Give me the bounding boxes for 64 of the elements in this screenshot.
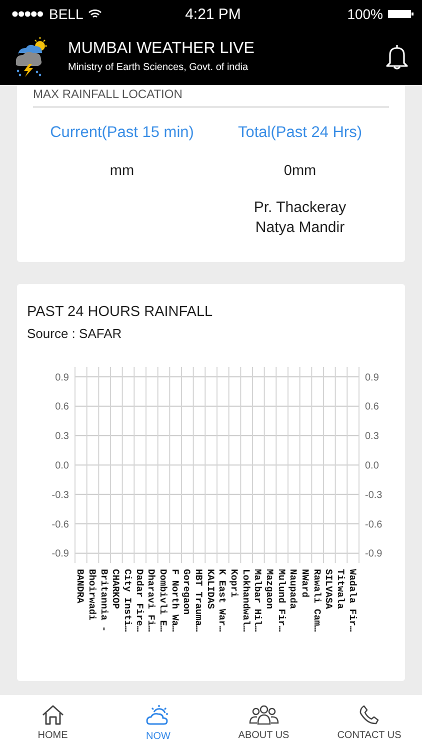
x-axis-label: Goregaon bbox=[181, 568, 192, 615]
y-axis-label: 0.3 bbox=[55, 431, 69, 442]
rainfall-period-label: Current(Past 15 min) bbox=[50, 124, 194, 142]
nav-tab[interactable]: ABOUT US bbox=[211, 695, 316, 750]
x-axis-label: Dharavi Fi… bbox=[146, 568, 157, 632]
section-heading: MAX RAINFALL LOCATION bbox=[33, 85, 389, 108]
x-axis-label: F North Wa… bbox=[169, 568, 180, 632]
y-axis-label: 0.6 bbox=[365, 402, 379, 413]
y-axis-label: 0.0 bbox=[55, 460, 69, 472]
nav-tab[interactable]: NOW bbox=[106, 695, 211, 750]
rainfall-period-label: Total(Past 24 Hrs) bbox=[238, 124, 362, 142]
y-axis-label: -0.6 bbox=[365, 519, 382, 530]
y-axis-label: -0.3 bbox=[365, 490, 382, 501]
x-axis-label: Wadala Fir… bbox=[346, 568, 358, 632]
nav-tab[interactable]: CONTACT US bbox=[316, 695, 422, 750]
y-axis-label: -0.9 bbox=[52, 548, 69, 560]
location-name: Pr. Thackeray Natya Mandir bbox=[252, 198, 348, 238]
x-axis-label: Lokhandwal… bbox=[240, 568, 252, 632]
x-axis-label: Mazgaon bbox=[264, 568, 276, 609]
y-axis-label: 0.9 bbox=[55, 372, 69, 384]
x-axis-label: SILVASA bbox=[323, 568, 334, 609]
x-axis-label: Dombivli E… bbox=[158, 568, 169, 632]
x-axis-label: Malbar Hil… bbox=[252, 568, 264, 632]
app-title: MUMBAI WEATHER LIVE bbox=[68, 40, 256, 58]
x-axis-label: Mulund Fir… bbox=[276, 568, 287, 632]
rainfall-amount: mm bbox=[110, 163, 134, 179]
y-axis-label: 0.0 bbox=[365, 460, 379, 472]
y-axis-label: -0.6 bbox=[52, 519, 69, 530]
y-axis-label: 0.3 bbox=[365, 431, 379, 442]
x-axis-label: NWard bbox=[300, 568, 311, 598]
y-axis-label: -0.3 bbox=[52, 490, 69, 501]
people-icon bbox=[248, 704, 279, 724]
chart-title: PAST 24 HOURS RAINFALL bbox=[27, 304, 214, 320]
x-axis-label: Naupada bbox=[288, 568, 299, 609]
x-axis-label: HBT Trauma… bbox=[193, 568, 204, 632]
x-axis-label: City Insti… bbox=[122, 568, 134, 632]
battery-icon bbox=[388, 9, 414, 19]
chart-source: Source : SAFAR bbox=[27, 326, 123, 341]
home-icon bbox=[42, 704, 64, 724]
storm-cloud-icon bbox=[14, 36, 48, 78]
x-axis-label: Britannia - bbox=[98, 568, 110, 632]
y-axis-label: 0.9 bbox=[365, 372, 379, 384]
x-axis-label: BANDRA bbox=[74, 568, 86, 604]
y-axis-label: 0.6 bbox=[55, 402, 69, 413]
x-axis-label: K East War… bbox=[216, 568, 228, 632]
carrier-name: BELL bbox=[49, 6, 84, 22]
clock-time: 4:21 PM bbox=[185, 6, 241, 22]
signal-icon bbox=[12, 11, 44, 17]
bell-icon[interactable] bbox=[386, 44, 408, 70]
x-axis-label: Dadar Fire… bbox=[134, 568, 145, 632]
x-axis-label: KALIDAS bbox=[204, 568, 216, 609]
nav-tab[interactable]: HOME bbox=[0, 695, 106, 750]
x-axis-label: Titwala bbox=[335, 568, 346, 609]
x-axis-label: Kopri bbox=[228, 568, 240, 598]
wifi-icon bbox=[88, 9, 102, 19]
battery-percent: 100% bbox=[347, 6, 383, 22]
phone-icon bbox=[359, 704, 380, 724]
app-subtitle: Ministry of Earth Sciences, Govt. of india bbox=[68, 62, 250, 73]
x-axis-label: CHARKOP bbox=[110, 568, 122, 609]
x-axis-label: Rawali Cam… bbox=[311, 568, 322, 632]
sun-cloud-icon bbox=[146, 704, 170, 726]
rainfall-amount: 0mm bbox=[284, 163, 316, 179]
x-axis-label: Bhoirwadi bbox=[86, 568, 98, 620]
y-axis-label: -0.9 bbox=[365, 548, 382, 560]
